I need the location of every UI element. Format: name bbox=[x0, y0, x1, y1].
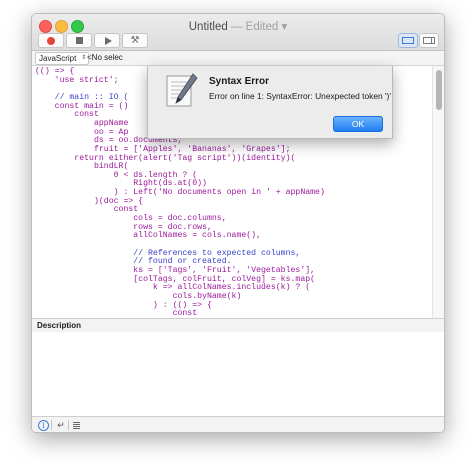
show-script-pane-button[interactable] bbox=[398, 33, 418, 48]
code-line: (() => { bbox=[35, 67, 75, 76]
code-line: 'use strict'; bbox=[35, 75, 119, 85]
code-line: bindLR( bbox=[35, 162, 129, 172]
script-editor-window: Untitled — Edited ▾ ⚒ JavaScript ⇕ <No s bbox=[31, 13, 445, 433]
navigation-bar: JavaScript ⇕ <No selec bbox=[32, 51, 444, 66]
title-bar[interactable]: Untitled — Edited ▾ ⚒ bbox=[32, 14, 444, 51]
code-line: ks = ['Tags', 'Fruit', 'Vegetables'], bbox=[35, 265, 316, 275]
element-selector-popup[interactable]: <No selec bbox=[84, 52, 126, 63]
code-line: cols = doc.columns, bbox=[35, 214, 227, 224]
alert-title: Syntax Error bbox=[209, 76, 270, 87]
record-icon bbox=[47, 36, 55, 45]
code-line: const bbox=[35, 110, 99, 120]
code-line: // main :: IO ( bbox=[35, 92, 129, 102]
code-line: fruit = ['Apples', 'Bananas', 'Grapes']; bbox=[35, 144, 291, 154]
record-button[interactable] bbox=[38, 33, 64, 48]
split-pane-icon bbox=[423, 37, 435, 44]
code-line: cols.byName(k) bbox=[35, 291, 242, 301]
return-icon[interactable]: ↵ bbox=[56, 420, 66, 430]
window-title-text: Untitled bbox=[188, 21, 228, 33]
status-divider bbox=[68, 420, 69, 430]
code-line: ) : (() => { bbox=[35, 300, 212, 310]
script-editor-icon bbox=[166, 73, 198, 107]
alert-message: Error on line 1: SyntaxError: Unexpected… bbox=[209, 91, 391, 101]
status-divider bbox=[51, 420, 52, 430]
show-split-pane-button[interactable] bbox=[419, 33, 439, 48]
code-line: appName bbox=[35, 118, 129, 128]
play-icon bbox=[104, 36, 112, 45]
code-line: k => allColNames.includes(k) ? ( bbox=[35, 283, 311, 293]
list-icon[interactable] bbox=[72, 420, 82, 430]
run-button[interactable] bbox=[94, 33, 120, 48]
hammer-icon: ⚒ bbox=[130, 34, 140, 46]
stop-button[interactable] bbox=[66, 33, 92, 48]
syntax-error-sheet: Syntax Error Error on line 1: SyntaxErro… bbox=[147, 66, 393, 139]
compile-button[interactable]: ⚒ bbox=[122, 33, 148, 48]
ok-button[interactable]: OK bbox=[333, 116, 383, 132]
info-icon[interactable]: i bbox=[38, 420, 49, 431]
description-header: Description bbox=[32, 318, 444, 333]
code-line: const bbox=[35, 309, 198, 318]
script-pane-icon bbox=[402, 37, 414, 44]
edited-status: — Edited bbox=[230, 21, 279, 33]
status-bar: i ↵ bbox=[32, 416, 444, 432]
description-label: Description bbox=[37, 321, 82, 330]
editor-vertical-scrollbar[interactable] bbox=[432, 66, 444, 318]
code-line: // found or created. bbox=[35, 257, 232, 267]
language-value: JavaScript bbox=[39, 54, 77, 63]
stop-icon bbox=[75, 37, 83, 44]
description-text-area[interactable] bbox=[32, 332, 444, 416]
code-line: allColNames = cols.name(), bbox=[35, 231, 262, 241]
code-line: )(doc => { bbox=[35, 196, 144, 206]
scrollbar-thumb[interactable] bbox=[436, 70, 442, 110]
code-line: ) : Left('No documents open in ' + appNa… bbox=[35, 188, 325, 198]
language-popup[interactable]: JavaScript ⇕ bbox=[35, 52, 90, 65]
code-line: const main = () bbox=[35, 101, 129, 111]
element-selector-value: <No selec bbox=[87, 53, 123, 62]
title-menu-arrow-icon[interactable]: ▾ bbox=[281, 21, 287, 33]
window-title[interactable]: Untitled — Edited ▾ bbox=[32, 19, 444, 33]
